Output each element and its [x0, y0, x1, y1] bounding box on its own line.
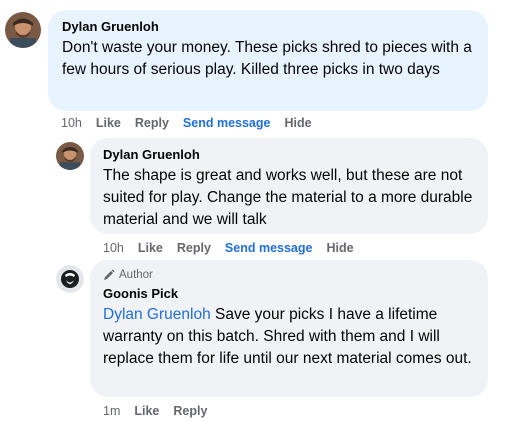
comment-actions: 1m Like Reply — [103, 403, 221, 419]
author-badge-label: Author — [119, 269, 153, 281]
comment-actions: 10h Like Reply Send message Hide — [103, 240, 368, 256]
author-badge: Author — [103, 268, 474, 282]
user-photo-icon — [56, 142, 84, 170]
send-message-button[interactable]: Send message — [183, 115, 271, 131]
comment-bubble: Dylan Gruenloh Don't waste your money. T… — [48, 10, 488, 111]
hide-button[interactable]: Hide — [326, 240, 353, 256]
comment-timestamp[interactable]: 10h — [103, 240, 124, 256]
avatar[interactable] — [56, 265, 84, 293]
hide-button[interactable]: Hide — [284, 115, 311, 131]
reply-button[interactable]: Reply — [177, 240, 211, 256]
like-button[interactable]: Like — [138, 240, 163, 256]
avatar[interactable] — [5, 12, 41, 48]
reply-button[interactable]: Reply — [135, 115, 169, 131]
like-button[interactable]: Like — [96, 115, 121, 131]
pen-icon — [104, 269, 115, 280]
like-button[interactable]: Like — [134, 403, 159, 419]
page-logo-icon — [56, 265, 84, 293]
comment-bubble: Author Goonis Pick Dylan Gruenloh Save y… — [90, 260, 488, 397]
comment-author[interactable]: Goonis Pick — [103, 286, 474, 302]
comment-bubble: Dylan Gruenloh The shape is great and wo… — [90, 138, 488, 234]
comment-text: Don't waste your money. These picks shre… — [62, 39, 472, 78]
reply-button[interactable]: Reply — [173, 403, 207, 419]
comment-actions: 10h Like Reply Send message Hide — [61, 115, 326, 131]
comment-text: Dylan Gruenloh Save your picks I have a … — [103, 304, 474, 370]
avatar[interactable] — [56, 142, 84, 170]
send-message-button[interactable]: Send message — [225, 240, 313, 256]
comment-text: The shape is great and works well, but t… — [103, 167, 473, 228]
mention-link[interactable]: Dylan Gruenloh — [103, 306, 211, 323]
comment-author[interactable]: Dylan Gruenloh — [62, 19, 474, 35]
user-photo-icon — [5, 12, 41, 48]
comment-author[interactable]: Dylan Gruenloh — [103, 147, 474, 163]
comment-timestamp[interactable]: 10h — [61, 115, 82, 131]
comment-timestamp[interactable]: 1m — [103, 403, 120, 419]
